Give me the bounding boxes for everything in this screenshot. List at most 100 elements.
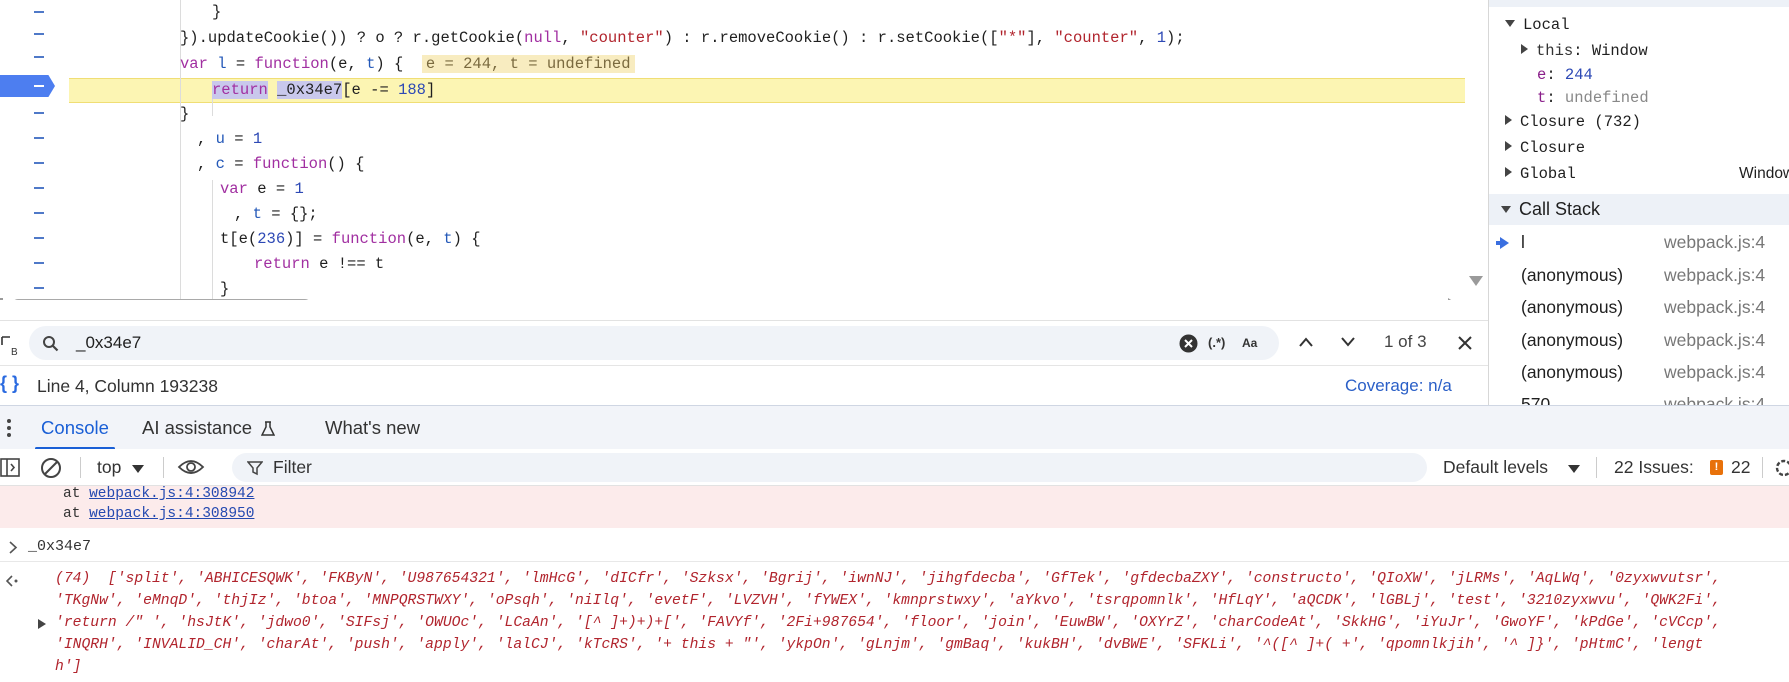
dropdown-arrow-icon[interactable] bbox=[132, 465, 144, 473]
clear-console-icon[interactable] bbox=[40, 457, 62, 479]
line-marker bbox=[34, 262, 44, 264]
array-output-line[interactable]: 'TKgNw', 'eMnqD', 'thjIz', 'btoa', 'MNPQ… bbox=[55, 590, 1721, 612]
frame-location[interactable]: webpack.js:4 bbox=[1664, 324, 1765, 356]
expand-right-icon bbox=[1505, 141, 1512, 151]
code-line[interactable]: } bbox=[212, 1, 221, 23]
chevron-down-icon[interactable] bbox=[1340, 335, 1356, 349]
frame-name: l bbox=[1521, 232, 1525, 252]
code-token: } bbox=[220, 280, 230, 298]
regex-toggle[interactable]: (.*) bbox=[1208, 335, 1225, 350]
frame-location[interactable]: webpack.js:4 bbox=[1664, 291, 1765, 323]
call-frame[interactable]: (anonymous) webpack.js:4 bbox=[1489, 291, 1789, 323]
scope-e-row[interactable]: e: 244 bbox=[1537, 66, 1593, 84]
code-token: = bbox=[226, 55, 255, 73]
dropdown-arrow-icon[interactable] bbox=[1568, 465, 1580, 473]
scope-global-value: Window bbox=[1739, 165, 1789, 182]
search-input[interactable]: _0x34e7 bbox=[76, 333, 141, 353]
code-token: , bbox=[197, 155, 216, 173]
code-line[interactable]: return _0x34e7[e -= 188] bbox=[212, 79, 435, 101]
scope-closure-732[interactable]: Closure (732) bbox=[1505, 113, 1641, 131]
code-token: (e, bbox=[328, 55, 367, 73]
tab-console[interactable]: Console bbox=[29, 406, 121, 450]
scope-label: Closure bbox=[1520, 139, 1586, 157]
issues-label[interactable]: 22 Issues: bbox=[1614, 457, 1694, 478]
sidebar-toggle-icon[interactable] bbox=[0, 458, 20, 477]
call-frame[interactable]: (anonymous) webpack.js:4 bbox=[1489, 324, 1789, 356]
code-line[interactable]: } bbox=[220, 278, 229, 300]
tab-whats-new[interactable]: What's new bbox=[325, 406, 420, 450]
scroll-down-arrow[interactable] bbox=[1469, 276, 1483, 286]
filter-input[interactable]: Filter bbox=[273, 457, 312, 478]
call-stack-header[interactable]: Call Stack bbox=[1489, 194, 1789, 225]
code-line[interactable]: , c = function() { bbox=[197, 153, 364, 175]
code-token: , bbox=[234, 205, 253, 223]
code-token: null bbox=[524, 29, 562, 47]
code-token: t bbox=[366, 55, 376, 73]
scroll-left-arrow[interactable] bbox=[0, 298, 3, 300]
scope-this-row[interactable]: this: Window bbox=[1521, 42, 1648, 60]
tab-ai-assistance[interactable]: AI assistance bbox=[142, 406, 275, 450]
call-frame[interactable]: l webpack.js:4 bbox=[1489, 226, 1789, 258]
code-line[interactable]: , u = 1 bbox=[197, 128, 262, 150]
scope-global[interactable]: Global bbox=[1505, 165, 1576, 183]
cursor-position: Line 4, Column 193238 bbox=[37, 376, 218, 396]
expand-array-icon[interactable] bbox=[38, 619, 46, 629]
scroll-right-arrow[interactable] bbox=[1448, 298, 1459, 300]
code-line[interactable]: var l = function(e, t) { e = 244, t = un… bbox=[180, 53, 635, 75]
scope-local[interactable]: Local bbox=[1505, 16, 1570, 34]
array-output-line[interactable]: 'return /" ', 'hsJtK', 'jdwo0', 'SIFsj',… bbox=[55, 612, 1721, 634]
line-marker bbox=[34, 187, 44, 189]
filter-field[interactable]: Filter bbox=[232, 453, 1427, 482]
frame-location[interactable]: webpack.js:4 bbox=[1664, 259, 1765, 291]
code-line[interactable]: }).updateCookie()) ? o ? r.getCookie(nul… bbox=[180, 27, 1185, 49]
code-token: "counter" bbox=[579, 29, 664, 47]
log-levels-dropdown[interactable]: Default levels bbox=[1443, 457, 1548, 478]
console-output[interactable]: at webpack.js:4:308942 at webpack.js:4:3… bbox=[0, 486, 1789, 682]
array-output-line[interactable]: h'] bbox=[55, 656, 81, 678]
scope-key: e bbox=[1537, 66, 1547, 84]
scope-closure[interactable]: Closure bbox=[1505, 139, 1585, 157]
source-editor[interactable]: } }).updateCookie()) ? o ? r.getCookie(n… bbox=[0, 0, 1488, 300]
context-selector[interactable]: top bbox=[97, 457, 121, 478]
code-token: = {}; bbox=[261, 205, 318, 223]
call-frame[interactable]: (anonymous) webpack.js:4 bbox=[1489, 356, 1789, 388]
code-token: ] bbox=[425, 81, 436, 99]
frame-location[interactable]: webpack.js:4 bbox=[1664, 388, 1765, 405]
code-line[interactable]: , t = {}; bbox=[234, 203, 318, 225]
call-frame[interactable]: 570 webpack.js:4 bbox=[1489, 388, 1789, 405]
code-line[interactable]: var e = 1 bbox=[220, 178, 304, 200]
horizontal-scrollbar-thumb[interactable] bbox=[12, 299, 311, 300]
eye-icon[interactable] bbox=[177, 458, 205, 476]
match-case-toggle-icon[interactable]: B bbox=[0, 333, 22, 358]
code-line[interactable]: } bbox=[180, 103, 189, 125]
coverage-link[interactable]: Coverage: n/a bbox=[1345, 376, 1452, 396]
case-sensitive-toggle[interactable]: Aa bbox=[1242, 336, 1257, 350]
debugger-sidebar: Local this: Window e: 244 t: undefined C… bbox=[1488, 0, 1789, 405]
code-line[interactable]: return e !== t bbox=[254, 253, 384, 275]
code-line[interactable]: t[e(236)] = function(e, t) { bbox=[220, 228, 481, 250]
scope-t-row[interactable]: t: undefined bbox=[1537, 89, 1649, 107]
breakpoint-marker[interactable] bbox=[0, 75, 55, 97]
clear-search-icon[interactable] bbox=[1179, 334, 1198, 353]
array-output-line[interactable]: (74) ['split', 'ABHICESQWK', 'FKByN', 'U… bbox=[55, 568, 1721, 590]
chevron-up-icon[interactable] bbox=[1298, 335, 1314, 349]
close-icon[interactable] bbox=[1456, 334, 1474, 352]
issues-count[interactable]: 22 bbox=[1731, 457, 1750, 478]
frame-location[interactable]: webpack.js:4 bbox=[1664, 356, 1765, 388]
stack-trace-line: at webpack.js:4:308942 bbox=[63, 486, 254, 502]
settings-gear-icon[interactable] bbox=[1773, 457, 1789, 479]
code-token: u bbox=[215, 130, 225, 148]
pretty-print-icon[interactable]: { } bbox=[0, 373, 19, 394]
code-token: ) { bbox=[452, 230, 481, 248]
source-link[interactable]: webpack.js:4:308950 bbox=[89, 506, 254, 522]
more-options-icon[interactable] bbox=[6, 418, 12, 438]
frame-location[interactable]: webpack.js:4 bbox=[1664, 226, 1765, 258]
search-field[interactable]: _0x34e7 (.*) Aa bbox=[29, 326, 1279, 360]
line-gutter[interactable] bbox=[0, 0, 68, 300]
array-output-line[interactable]: 'INQRH', 'INVALID_CH', 'charAt', 'push',… bbox=[55, 634, 1703, 656]
tab-label: What's new bbox=[325, 417, 421, 438]
call-frame[interactable]: (anonymous) webpack.js:4 bbox=[1489, 259, 1789, 291]
source-link[interactable]: webpack.js:4:308942 bbox=[89, 486, 254, 502]
frame-name: (anonymous) bbox=[1521, 362, 1624, 382]
code-token: function bbox=[254, 55, 329, 73]
